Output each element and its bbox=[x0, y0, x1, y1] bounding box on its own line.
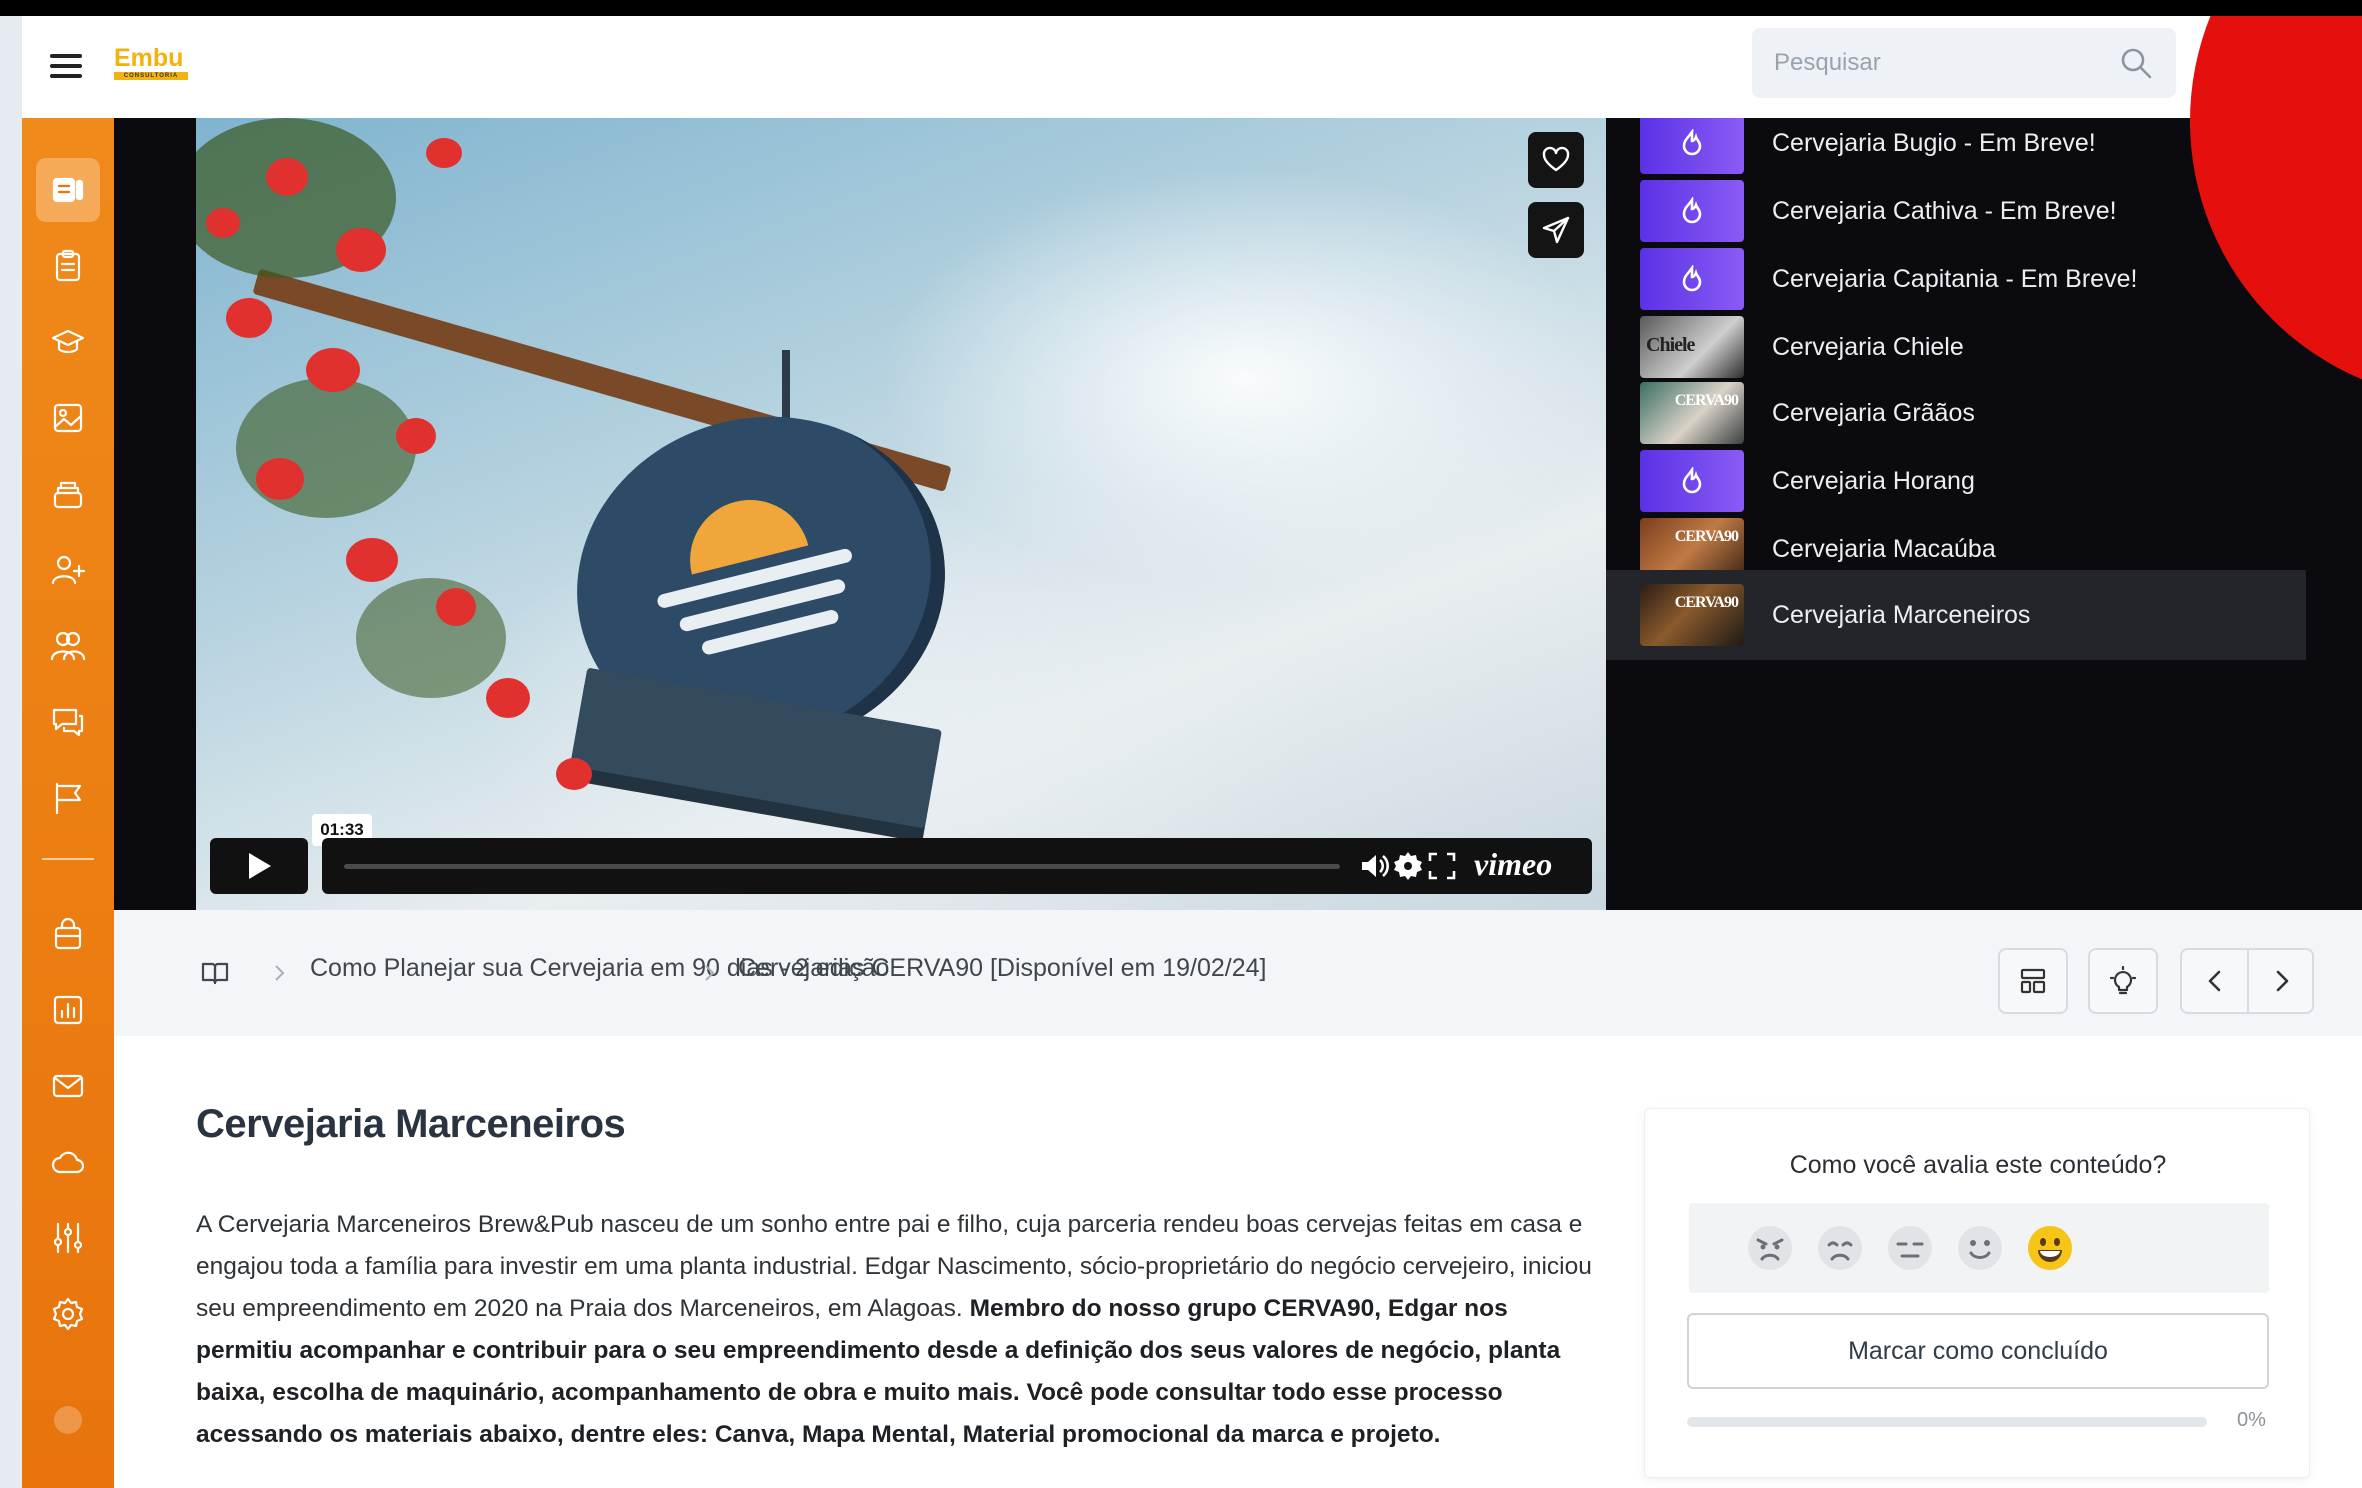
search-icon[interactable] bbox=[2118, 45, 2154, 81]
chevron-right-icon bbox=[275, 965, 285, 981]
video-controls: vimeo bbox=[322, 838, 1592, 894]
sidebar-item-missions[interactable] bbox=[36, 766, 100, 830]
send-icon bbox=[1542, 216, 1570, 244]
lesson-thumbnail: CERVA90 bbox=[1640, 382, 1744, 444]
bell-icon[interactable] bbox=[2216, 38, 2260, 86]
top-bar: Embu CONSULTORIA bbox=[22, 16, 2362, 118]
rating-question: Como você avalia este conteúdo? bbox=[1789, 1151, 2167, 1179]
share-button[interactable] bbox=[1528, 202, 1584, 258]
rating-card: Como você avalia este conteúdo? Marcar c… bbox=[1644, 1108, 2310, 1478]
sliders-icon bbox=[53, 1222, 83, 1254]
next-lesson-button[interactable] bbox=[2249, 950, 2315, 1012]
gear-icon[interactable] bbox=[1392, 850, 1424, 882]
sad-face-icon[interactable] bbox=[1815, 1223, 1865, 1273]
lesson-title: Cervejaria Marceneiros bbox=[196, 1102, 626, 1146]
sidebar-item-store[interactable] bbox=[36, 902, 100, 966]
completion-percent: 0% bbox=[2237, 1409, 2266, 1431]
flame-icon bbox=[1682, 265, 1702, 292]
volume-icon[interactable] bbox=[1358, 850, 1390, 882]
menu-icon[interactable] bbox=[46, 48, 86, 84]
vimeo-logo[interactable]: vimeo bbox=[1474, 846, 1552, 883]
mark-complete-button[interactable]: Marcar como concluído bbox=[1687, 1313, 2269, 1389]
sidebar-item-library[interactable] bbox=[36, 462, 100, 526]
flag-icon bbox=[55, 782, 82, 815]
search-box bbox=[1752, 28, 2176, 98]
lesson-thumbnail bbox=[1640, 180, 1744, 242]
breadcrumb-bar: Como Planejar sua Cervejaria em 90 dias … bbox=[114, 910, 2362, 1036]
lightbulb-icon bbox=[2109, 965, 2137, 995]
brand-logo[interactable]: Embu CONSULTORIA bbox=[114, 44, 196, 92]
completion-progress-bar bbox=[1687, 1417, 2207, 1427]
play-icon bbox=[249, 853, 271, 879]
image-icon bbox=[53, 403, 83, 433]
sidebar bbox=[22, 118, 114, 1488]
lesson-content: Cervejaria Marceneiros A Cervejaria Marc… bbox=[114, 1036, 2362, 1488]
lesson-thumbnail: CERVA90 bbox=[1640, 584, 1744, 646]
video-progress-bar[interactable] bbox=[344, 864, 1340, 869]
sidebar-item-settings[interactable] bbox=[36, 1282, 100, 1346]
sidebar-item-gallery[interactable] bbox=[36, 386, 100, 450]
flame-icon bbox=[1682, 197, 1702, 224]
sidebar-item-cloud[interactable] bbox=[36, 1130, 100, 1194]
playlist-item-active[interactable]: CERVA90 Cervejaria Marceneiros bbox=[1606, 570, 2306, 660]
video-player[interactable]: 01:33 vimeo bbox=[196, 118, 1606, 910]
rating-faces bbox=[1689, 1203, 2269, 1293]
lesson-playlist: Cervejaria Bugio - Em Breve! Cervejaria … bbox=[1606, 118, 2362, 910]
heart-icon bbox=[1542, 146, 1570, 172]
lesson-thumbnail bbox=[1640, 248, 1744, 310]
lesson-description: A Cervejaria Marceneiros Brew&Pub nasceu… bbox=[196, 1211, 1592, 1448]
sidebar-item-messages[interactable] bbox=[36, 1054, 100, 1118]
chevron-right-icon bbox=[705, 965, 715, 981]
sidebar-item-invite[interactable] bbox=[36, 538, 100, 602]
sidebar-item-reports[interactable] bbox=[36, 978, 100, 1042]
light-mode-button[interactable] bbox=[2088, 948, 2158, 1014]
user-avatar[interactable] bbox=[2294, 28, 2362, 108]
chat-icon bbox=[52, 708, 84, 737]
breadcrumb-module[interactable]: Cervejarias CERVA90 [Disponível em 19/02… bbox=[738, 954, 1267, 983]
book-icon[interactable] bbox=[200, 958, 230, 988]
user-add-icon bbox=[51, 555, 86, 585]
lesson-nav bbox=[2180, 948, 2314, 1014]
sidebar-item-forum[interactable] bbox=[36, 690, 100, 754]
neutral-face-icon[interactable] bbox=[1885, 1223, 1935, 1273]
chevron-left-icon bbox=[2208, 970, 2221, 992]
video-lesson-icon bbox=[52, 177, 84, 203]
previous-lesson-button[interactable] bbox=[2182, 950, 2248, 1012]
angry-face-icon[interactable] bbox=[1745, 1223, 1795, 1273]
sidebar-item-lessons[interactable] bbox=[36, 158, 100, 222]
play-button[interactable] bbox=[210, 838, 308, 894]
sidebar-item-controls[interactable] bbox=[36, 1206, 100, 1270]
lesson-thumbnail bbox=[1640, 450, 1744, 512]
sidebar-item-courses[interactable] bbox=[36, 310, 100, 374]
users-icon bbox=[50, 631, 86, 661]
chevron-right-icon bbox=[2276, 970, 2289, 992]
bar-chart-icon bbox=[53, 995, 83, 1025]
fullscreen-icon[interactable] bbox=[1426, 850, 1458, 882]
flame-icon bbox=[1682, 129, 1702, 156]
video-section: 01:33 vimeo Cervejaria Bugio - Em Breve!… bbox=[114, 118, 2362, 910]
sidebar-item-community[interactable] bbox=[36, 614, 100, 678]
sidebar-item-tasks[interactable] bbox=[36, 234, 100, 298]
graduation-cap-icon bbox=[51, 329, 85, 354]
layout-icon bbox=[2020, 968, 2046, 994]
gear-icon bbox=[52, 1297, 84, 1331]
cloud-icon bbox=[51, 1151, 85, 1174]
app-window: Embu CONSULTORIA Pesquisar 01:33 vimeo C… bbox=[22, 16, 2362, 1488]
sidebar-divider bbox=[42, 858, 94, 860]
search-input[interactable] bbox=[1774, 44, 2104, 82]
grin-face-icon[interactable] bbox=[2025, 1223, 2075, 1273]
mail-icon bbox=[52, 1074, 84, 1098]
smile-face-icon[interactable] bbox=[1955, 1223, 2005, 1273]
layout-toggle-button[interactable] bbox=[1998, 948, 2068, 1014]
flame-icon bbox=[1682, 467, 1702, 494]
clipboard-icon bbox=[55, 249, 81, 282]
stack-layers-icon bbox=[53, 481, 83, 509]
like-button[interactable] bbox=[1528, 132, 1584, 188]
sidebar-scroll-indicator bbox=[54, 1406, 82, 1434]
shopping-bag-icon bbox=[54, 917, 82, 950]
